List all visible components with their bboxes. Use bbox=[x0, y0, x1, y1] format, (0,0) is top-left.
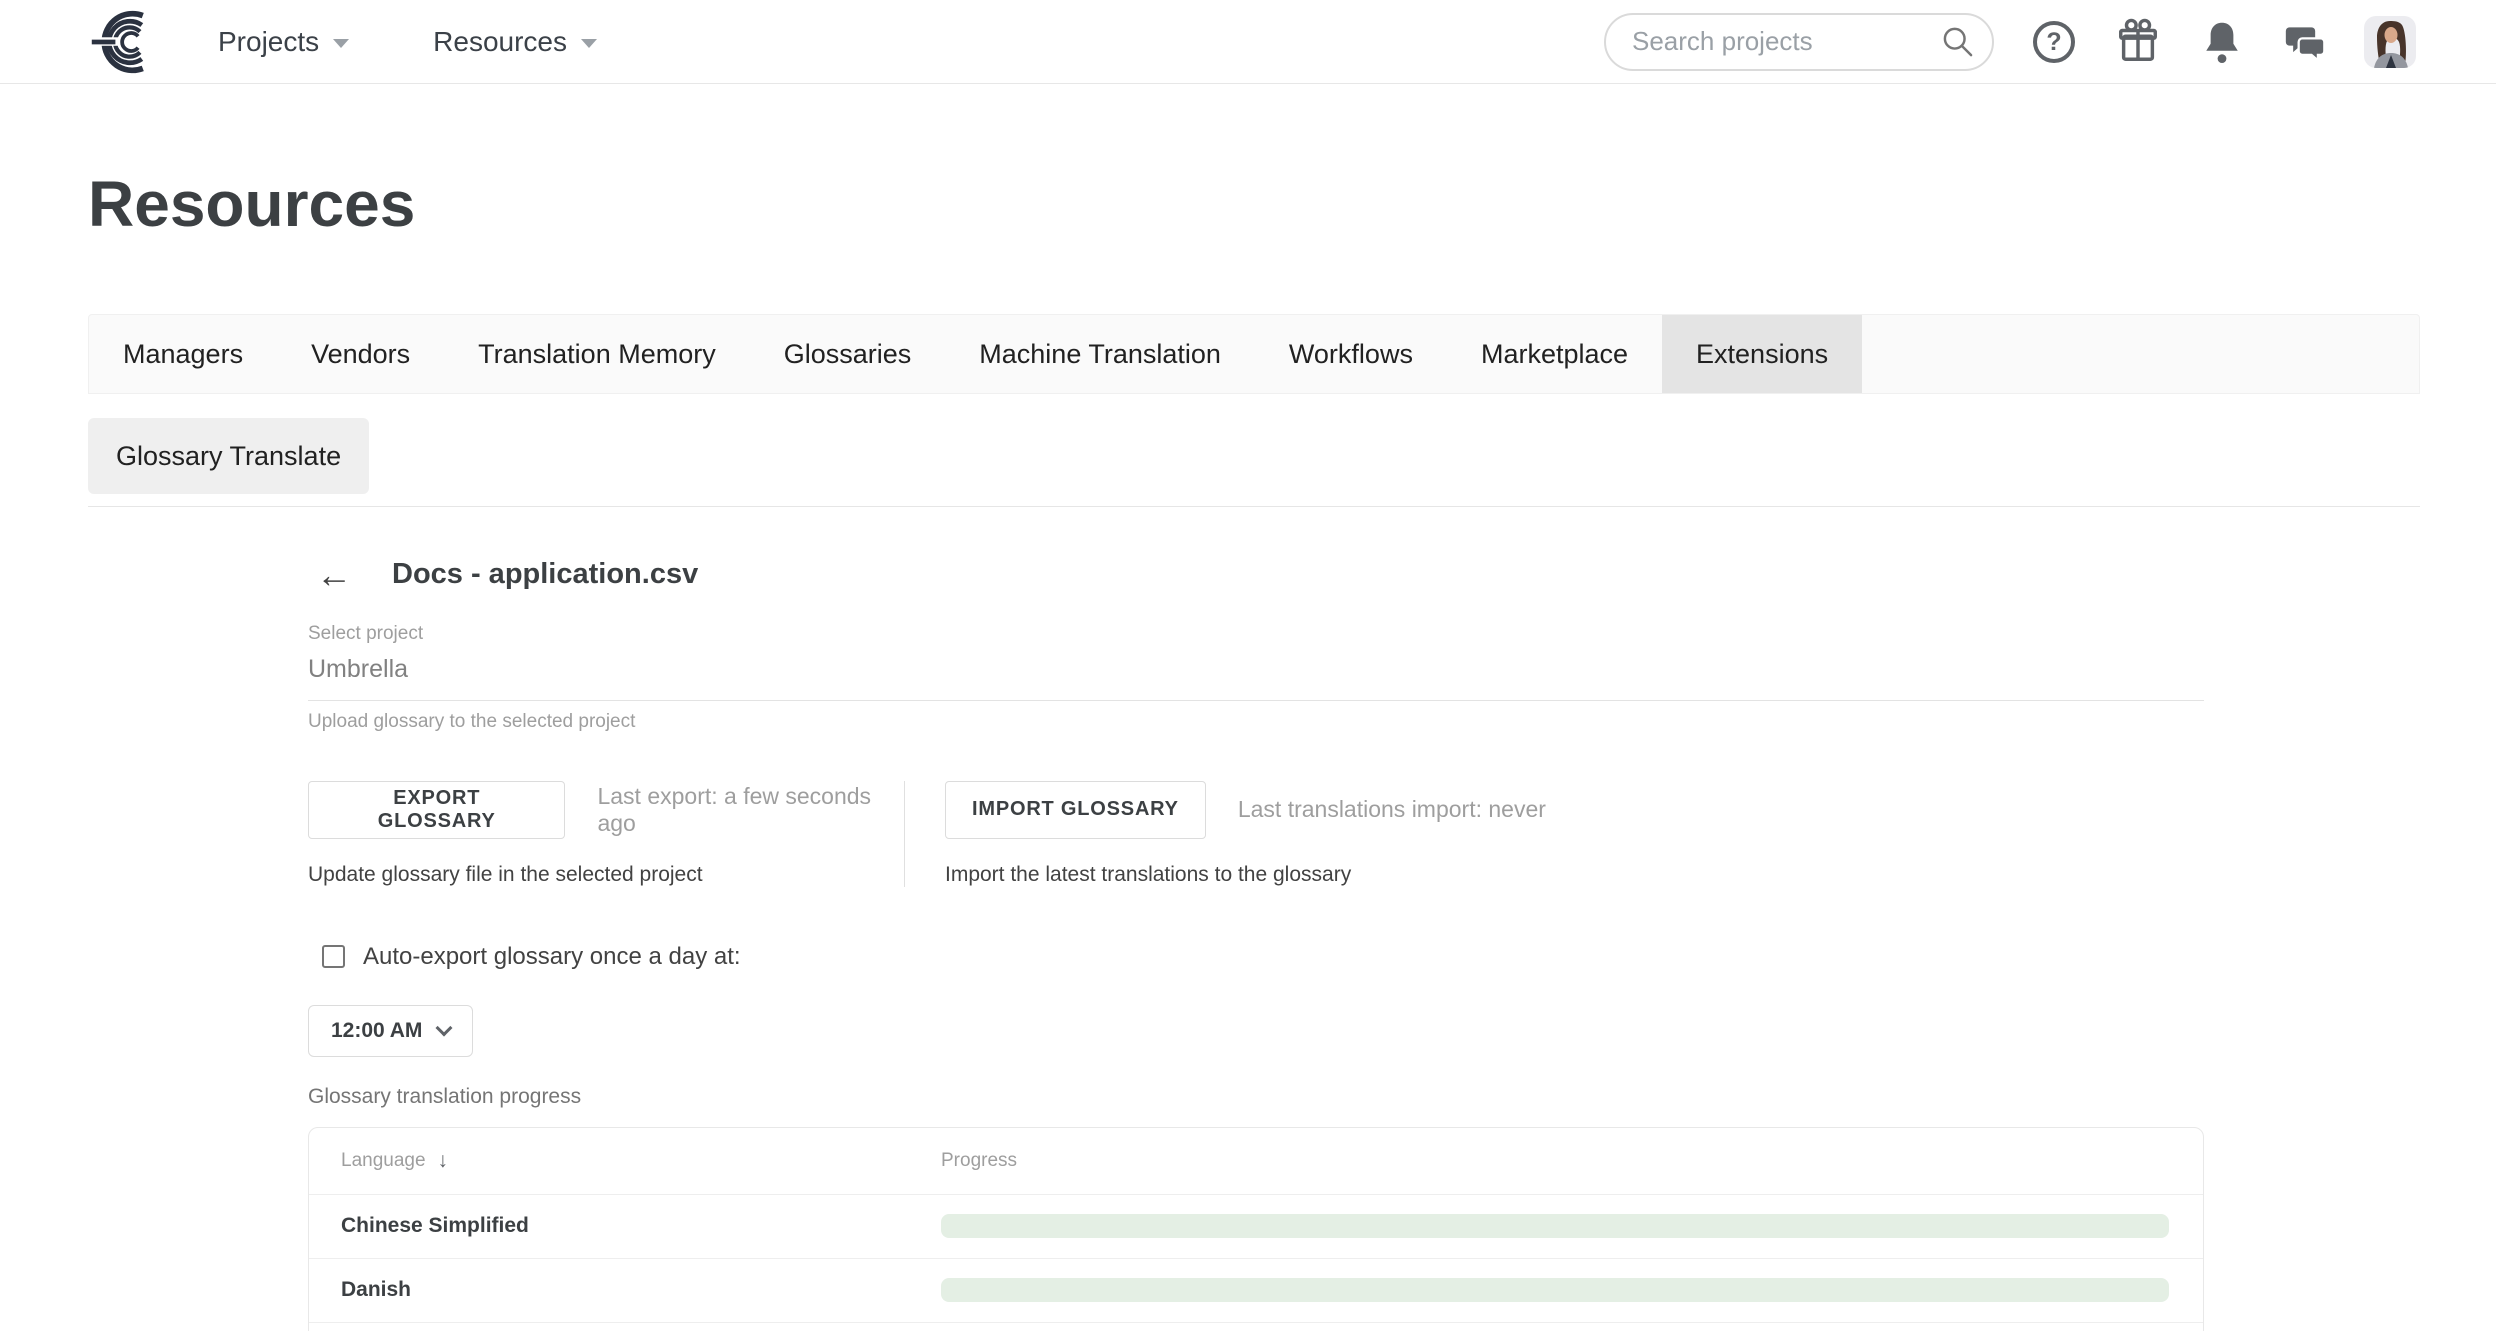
user-avatar[interactable] bbox=[2364, 16, 2416, 68]
auto-export-checkbox[interactable] bbox=[322, 945, 345, 968]
nav-projects-label: Projects bbox=[218, 26, 319, 58]
progress-section-label: Glossary translation progress bbox=[308, 1085, 2204, 1109]
help-icon: ? bbox=[2030, 18, 2078, 66]
auto-export-label: Auto-export glossary once a day at: bbox=[363, 943, 741, 971]
tab-machine-translation[interactable]: Machine Translation bbox=[945, 315, 1255, 393]
export-section: EXPORT GLOSSARY Last export: a few secon… bbox=[308, 781, 904, 887]
chevron-down-icon bbox=[333, 39, 349, 48]
auto-export-row: Auto-export glossary once a day at: bbox=[322, 943, 2204, 971]
time-select[interactable]: 12:00 AM bbox=[308, 1005, 473, 1057]
project-select[interactable]: Umbrella bbox=[308, 655, 2204, 701]
language-cell: Chinese Simplified bbox=[309, 1214, 941, 1238]
tab-marketplace[interactable]: Marketplace bbox=[1447, 315, 1662, 393]
column-progress: Progress bbox=[941, 1150, 1017, 1172]
messages-button[interactable] bbox=[2282, 18, 2330, 66]
tab-vendors[interactable]: Vendors bbox=[277, 315, 444, 393]
messages-icon bbox=[2284, 20, 2328, 64]
subtab-bar: Glossary Translate bbox=[88, 418, 2420, 494]
tab-workflows[interactable]: Workflows bbox=[1255, 315, 1447, 393]
tab-managers[interactable]: Managers bbox=[89, 315, 277, 393]
gift-icon bbox=[2115, 18, 2161, 66]
section-divider bbox=[88, 506, 2420, 507]
progress-table: Language ↓ Progress Chinese Simplified D… bbox=[308, 1127, 2204, 1331]
language-cell: Danish bbox=[309, 1278, 941, 1302]
page-title: Resources bbox=[88, 168, 2420, 242]
select-project-helper: Upload glossary to the selected project bbox=[308, 711, 2204, 733]
document-title: Docs - application.csv bbox=[392, 558, 698, 591]
back-button[interactable]: ← bbox=[316, 557, 352, 593]
main-nav: Projects Resources bbox=[218, 26, 597, 58]
top-bar: Projects Resources ? bbox=[0, 0, 2496, 84]
chevron-down-icon bbox=[436, 1019, 453, 1036]
tab-extensions[interactable]: Extensions bbox=[1662, 315, 1862, 393]
svg-text:?: ? bbox=[2046, 28, 2061, 56]
nav-projects[interactable]: Projects bbox=[218, 26, 349, 58]
tab-glossaries[interactable]: Glossaries bbox=[750, 315, 946, 393]
import-section: IMPORT GLOSSARY Last translations import… bbox=[945, 781, 2204, 887]
bell-icon bbox=[2201, 19, 2243, 65]
nav-resources[interactable]: Resources bbox=[433, 26, 597, 58]
table-row: Danish bbox=[309, 1258, 2203, 1322]
main-content: Resources Managers Vendors Translation M… bbox=[0, 168, 2496, 1331]
search-box bbox=[1604, 13, 1994, 71]
tab-bar: Managers Vendors Translation Memory Glos… bbox=[88, 314, 2420, 394]
progress-bar bbox=[941, 1214, 2169, 1238]
export-description: Update glossary file in the selected pro… bbox=[308, 863, 904, 887]
table-row: Chinese Simplified bbox=[309, 1194, 2203, 1258]
search-input[interactable] bbox=[1604, 13, 1994, 71]
time-select-value: 12:00 AM bbox=[331, 1019, 422, 1043]
chevron-down-icon bbox=[581, 39, 597, 48]
tab-translation-memory[interactable]: Translation Memory bbox=[444, 315, 750, 393]
notifications-button[interactable] bbox=[2198, 18, 2246, 66]
nav-resources-label: Resources bbox=[433, 26, 567, 58]
export-glossary-button[interactable]: EXPORT GLOSSARY bbox=[308, 781, 565, 839]
help-button[interactable]: ? bbox=[2030, 18, 2078, 66]
import-description: Import the latest translations to the gl… bbox=[945, 863, 2204, 887]
glossary-translate-panel: ← Docs - application.csv Select project … bbox=[308, 557, 2204, 1331]
panel-header: ← Docs - application.csv bbox=[308, 557, 2204, 593]
app-logo-icon[interactable] bbox=[88, 9, 156, 75]
table-header: Language ↓ Progress bbox=[309, 1128, 2203, 1194]
select-project-label: Select project bbox=[308, 623, 2204, 645]
glossary-actions: EXPORT GLOSSARY Last export: a few secon… bbox=[308, 781, 2204, 887]
search-icon[interactable] bbox=[1940, 24, 1976, 65]
gifts-button[interactable] bbox=[2114, 18, 2162, 66]
export-status: Last export: a few seconds ago bbox=[597, 783, 904, 837]
vertical-divider bbox=[904, 781, 905, 887]
sort-desc-icon[interactable]: ↓ bbox=[438, 1149, 449, 1173]
column-language: Language bbox=[341, 1150, 426, 1172]
progress-bar bbox=[941, 1278, 2169, 1302]
import-status: Last translations import: never bbox=[1238, 796, 1546, 823]
table-row: French bbox=[309, 1322, 2203, 1331]
subtab-glossary-translate[interactable]: Glossary Translate bbox=[88, 418, 369, 494]
import-glossary-button[interactable]: IMPORT GLOSSARY bbox=[945, 781, 1206, 839]
